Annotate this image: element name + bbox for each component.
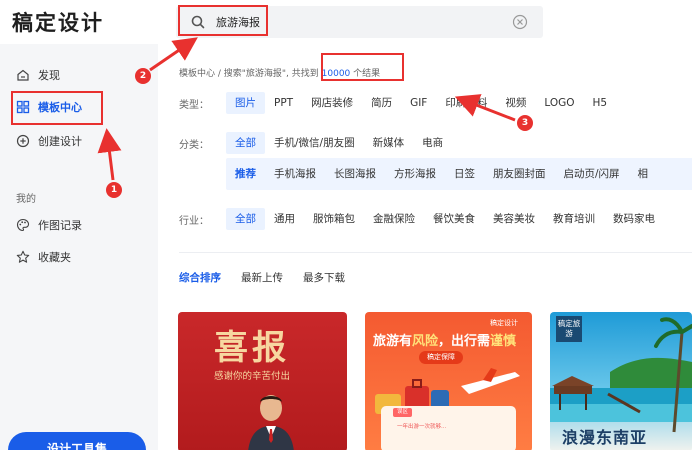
type-option[interactable]: H5 (584, 92, 617, 114)
result-prefix: 搜索"旅游海报", 共找到 (223, 69, 322, 79)
filter-options: 全部 手机/微信/朋友圈 新媒体 电商 (226, 132, 452, 154)
card-button: 稿定保障 (419, 351, 463, 364)
star-icon (16, 250, 30, 263)
palette-icon (16, 218, 30, 232)
subcategory-option[interactable]: 长图海报 (325, 163, 385, 185)
filter-category: 分类： 全部 手机/微信/朋友圈 新媒体 电商 (179, 132, 692, 154)
card-title: 喜报 (214, 328, 290, 368)
type-option[interactable]: LOGO (535, 92, 583, 114)
divider (179, 252, 692, 253)
industry-option[interactable]: 数码家电 (604, 208, 664, 230)
filter-options: 推荐 手机海报 长图海报 方形海报 日签 朋友圈封面 启动页/闪屏相 (226, 163, 657, 185)
plus-circle-icon (16, 134, 30, 148)
travel-illustration (375, 368, 520, 450)
subcategory-option[interactable]: 手机海报 (265, 163, 325, 185)
breadcrumb-separator: / (215, 69, 224, 79)
card-subtitle: 感谢你的辛苦付出 (214, 371, 291, 382)
sort-option[interactable]: 最多下载 (303, 270, 345, 285)
app-logo[interactable]: 稿定设计 (12, 7, 104, 37)
card-title-part: 旅游有 (373, 334, 413, 349)
sidebar-item-history[interactable]: 作图记录 (16, 214, 82, 236)
industry-option[interactable]: 餐饮美食 (424, 208, 484, 230)
industry-option[interactable]: 金融保险 (364, 208, 424, 230)
card-note: 一年出游一次就够... (397, 424, 447, 430)
card-title-highlight: 风险 (412, 334, 439, 349)
clear-icon[interactable] (512, 14, 528, 30)
card-tag: 稿定设计 (490, 319, 518, 327)
filter-options: 图片 PPT 网店装修 简历 GIF 印刷物料 视频 LOGO H5 (226, 92, 616, 114)
type-option[interactable]: 网店装修 (302, 92, 362, 114)
filter-label: 类型： (179, 100, 209, 111)
type-option[interactable]: 印刷物料 (436, 92, 496, 114)
person-illustration (248, 395, 294, 450)
grid-icon (16, 100, 30, 114)
industry-option[interactable]: 美容美妆 (484, 208, 544, 230)
breadcrumb: 模板中心 / 搜索"旅游海报", 共找到 10000 个结果 (179, 66, 380, 79)
template-card-1[interactable]: 喜报 感谢你的辛苦付出 (178, 312, 347, 450)
subcategory-option[interactable]: 日签 (445, 163, 484, 185)
card-label: 误区 (393, 408, 413, 417)
breadcrumb-root[interactable]: 模板中心 (179, 69, 215, 79)
subcategory-option[interactable]: 推荐 (226, 163, 265, 185)
home-icon (17, 69, 29, 81)
result-count: 10000 (321, 69, 351, 79)
sidebar-item-label: 模板中心 (38, 101, 82, 114)
industry-option[interactable]: 服饰箱包 (304, 208, 364, 230)
card-title: 浪漫东南亚 (562, 428, 648, 447)
type-option[interactable]: 视频 (496, 92, 535, 114)
filter-label: 分类： (179, 140, 209, 151)
sort-option[interactable]: 最新上传 (241, 270, 283, 285)
filter-options: 全部 通用 服饰箱包 金融保险 餐饮美食 美容美妆 教育培训 数码家电 (226, 208, 664, 230)
subcategory-option[interactable]: 启动页/闪屏 (555, 163, 629, 185)
search-bar[interactable]: 旅游海报 (176, 6, 543, 38)
category-option[interactable]: 新媒体 (364, 132, 414, 154)
type-option[interactable]: 图片 (226, 92, 265, 114)
sidebar-item-create-design[interactable]: 创建设计 (16, 130, 82, 152)
category-option[interactable]: 电商 (413, 132, 452, 154)
sidebar-item-template-center[interactable]: 模板中心 (16, 96, 82, 118)
sidebar-item-label: 作图记录 (38, 219, 82, 232)
type-option[interactable]: 简历 (362, 92, 401, 114)
subcategory-panel: 推荐 手机海报 长图海报 方形海报 日签 朋友圈封面 启动页/闪屏相 (226, 158, 692, 190)
template-card-2[interactable]: 稿定设计 旅游有风险，出行需谨慎 稿定保障 误区 一年出游一次就够... (365, 312, 532, 450)
sidebar: 发现 模板中心 创建设计 我的 作图记录 收藏夹 设计工具集 (0, 44, 158, 450)
template-card-3[interactable]: 稿定旅游 浪漫东南亚 (550, 312, 692, 450)
sidebar-item-discover[interactable]: 发现 (16, 64, 60, 86)
sidebar-section-title: 我的 (16, 194, 36, 205)
search-input[interactable]: 旅游海报 (216, 14, 260, 30)
card-badge: 稿定旅游 (556, 316, 582, 342)
category-option[interactable]: 全部 (226, 132, 265, 154)
main-content: 模板中心 / 搜索"旅游海报", 共找到 10000 个结果 类型： 图片 PPT… (158, 44, 692, 450)
sidebar-item-label: 收藏夹 (38, 251, 71, 264)
card-title-highlight: 谨慎 (490, 334, 517, 349)
sidebar-item-label: 发现 (38, 69, 60, 82)
type-option[interactable]: PPT (265, 92, 302, 114)
industry-option[interactable]: 通用 (265, 208, 304, 230)
subcategory-option[interactable]: 方形海报 (385, 163, 445, 185)
card-title: 旅游有风险，出行需谨慎 (373, 330, 516, 349)
result-suffix: 个结果 (350, 69, 381, 79)
subcategory-option[interactable]: 相 (629, 163, 658, 185)
card-title-part: ，出行需 (438, 334, 491, 349)
industry-option[interactable]: 教育培训 (544, 208, 604, 230)
filter-industry: 行业： 全部 通用 服饰箱包 金融保险 餐饮美食 美容美妆 教育培训 数码家电 (179, 208, 692, 230)
sort-option[interactable]: 综合排序 (179, 270, 221, 285)
filter-type: 类型： 图片 PPT 网店装修 简历 GIF 印刷物料 视频 LOGO H5 (179, 92, 692, 114)
design-tools-button[interactable]: 设计工具集 (8, 432, 146, 450)
type-option[interactable]: GIF (401, 92, 436, 114)
subcategory-option[interactable]: 朋友圈封面 (484, 163, 555, 185)
filter-label: 行业： (179, 216, 209, 227)
search-icon[interactable] (190, 14, 206, 30)
industry-option[interactable]: 全部 (226, 208, 265, 230)
sidebar-item-favorites[interactable]: 收藏夹 (16, 246, 71, 268)
top-header: 稿定设计 旅游海报 (0, 0, 692, 44)
category-option[interactable]: 手机/微信/朋友圈 (265, 132, 364, 154)
sidebar-item-label: 创建设计 (38, 135, 82, 148)
sort-tabs: 综合排序 最新上传 最多下载 (179, 270, 365, 285)
